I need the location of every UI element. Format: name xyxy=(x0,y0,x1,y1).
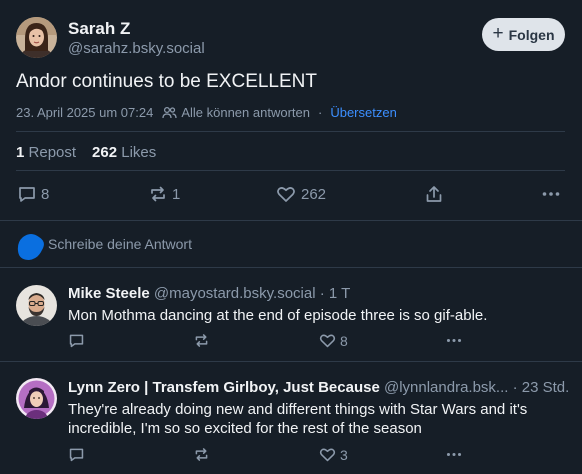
author-avatar[interactable] xyxy=(16,17,57,58)
repost-action[interactable] xyxy=(193,446,210,463)
repost-count: 1 xyxy=(172,185,181,203)
post-meta: 23. April 2025 um 07:24 Alle können antw… xyxy=(16,105,397,120)
main-post: Sarah Z @sarahz.bsky.social + Folgen And… xyxy=(0,0,582,221)
reply-author-handle[interactable]: @lynnlandra.bsk... xyxy=(384,379,508,396)
reposts-stat[interactable]: 1 Repost xyxy=(16,144,76,161)
reply-composer[interactable]: Schreibe deine Antwort xyxy=(0,221,582,268)
reply-action[interactable]: 8 xyxy=(17,184,49,204)
more-icon xyxy=(446,452,462,457)
meta-separator: · xyxy=(317,105,323,120)
follow-button[interactable]: + Folgen xyxy=(482,18,565,51)
people-icon xyxy=(162,106,177,119)
reply-action[interactable] xyxy=(68,446,85,463)
reply-item: Lynn Zero | Transfem Girlboy, Just Becau… xyxy=(0,362,582,474)
reply-dot: · xyxy=(512,379,518,396)
likes-label: Likes xyxy=(121,144,157,161)
author-name[interactable]: Sarah Z xyxy=(68,19,130,39)
like-action[interactable]: 262 xyxy=(276,184,326,204)
more-icon xyxy=(446,338,462,343)
post-timestamp[interactable]: 23. April 2025 um 07:24 xyxy=(16,105,153,120)
reply-time[interactable]: 23 Std. xyxy=(522,379,570,396)
reply-icon xyxy=(69,448,84,462)
divider xyxy=(16,170,565,171)
like-action[interactable]: 3 xyxy=(319,446,348,463)
reply-time[interactable]: 1 T xyxy=(329,285,350,302)
more-icon xyxy=(542,192,560,196)
reply-dot: · xyxy=(319,285,325,302)
plus-icon: + xyxy=(492,23,504,44)
repost-icon xyxy=(151,186,165,202)
author-handle[interactable]: @sarahz.bsky.social xyxy=(68,40,205,57)
reply-like-count: 8 xyxy=(340,332,348,349)
reply-header: Mike Steele @mayostard.bsky.social · 1 T xyxy=(68,285,350,302)
like-action[interactable]: 8 xyxy=(319,332,348,349)
like-count: 262 xyxy=(301,185,327,203)
heart-icon xyxy=(319,334,336,348)
composer-placeholder[interactable]: Schreibe deine Antwort xyxy=(48,236,192,252)
reply-author-handle[interactable]: @mayostard.bsky.social xyxy=(154,285,316,302)
reply-count: 8 xyxy=(41,185,50,203)
reply-avatar[interactable] xyxy=(16,378,57,419)
composer-avatar xyxy=(17,234,44,260)
translate-link[interactable]: Übersetzen xyxy=(330,105,396,120)
reply-setting: Alle können antworten xyxy=(162,105,310,120)
likes-stat[interactable]: 262 Likes xyxy=(92,144,156,161)
repost-icon xyxy=(195,334,208,347)
repost-action[interactable] xyxy=(193,332,210,349)
more-button[interactable] xyxy=(445,446,463,463)
heart-icon xyxy=(277,187,295,202)
reply-like-count: 3 xyxy=(340,446,348,463)
reply-header: Lynn Zero | Transfem Girlboy, Just Becau… xyxy=(68,379,569,396)
likes-count: 262 xyxy=(92,144,118,161)
reply-avatar[interactable] xyxy=(16,285,57,326)
reply-action[interactable] xyxy=(68,332,85,349)
follow-label: Folgen xyxy=(508,26,555,43)
post-text: Andor continues to be EXCELLENT xyxy=(16,71,318,92)
reply-icon xyxy=(69,334,84,348)
more-button[interactable] xyxy=(445,332,463,349)
reposts-label: Repost xyxy=(28,144,77,161)
reposts-count: 1 xyxy=(16,144,25,161)
reply-icon xyxy=(19,187,35,202)
divider xyxy=(16,131,565,132)
reply-author-name[interactable]: Mike Steele xyxy=(68,285,150,302)
reply-item: Mike Steele @mayostard.bsky.social · 1 T… xyxy=(0,268,582,362)
share-icon xyxy=(426,186,442,202)
repost-action[interactable]: 1 xyxy=(148,184,180,204)
post-stats: 1 Repost 262 Likes xyxy=(16,144,156,161)
reply-setting-label: Alle können antworten xyxy=(181,105,310,120)
reply-author-name[interactable]: Lynn Zero | Transfem Girlboy, Just Becau… xyxy=(68,379,380,396)
more-button[interactable] xyxy=(541,184,561,204)
heart-icon xyxy=(319,448,336,462)
share-button[interactable] xyxy=(424,184,444,204)
reply-text: They're already doing new and different … xyxy=(68,401,528,437)
reply-text: Mon Mothma dancing at the end of episode… xyxy=(68,307,488,324)
repost-icon xyxy=(195,448,208,461)
